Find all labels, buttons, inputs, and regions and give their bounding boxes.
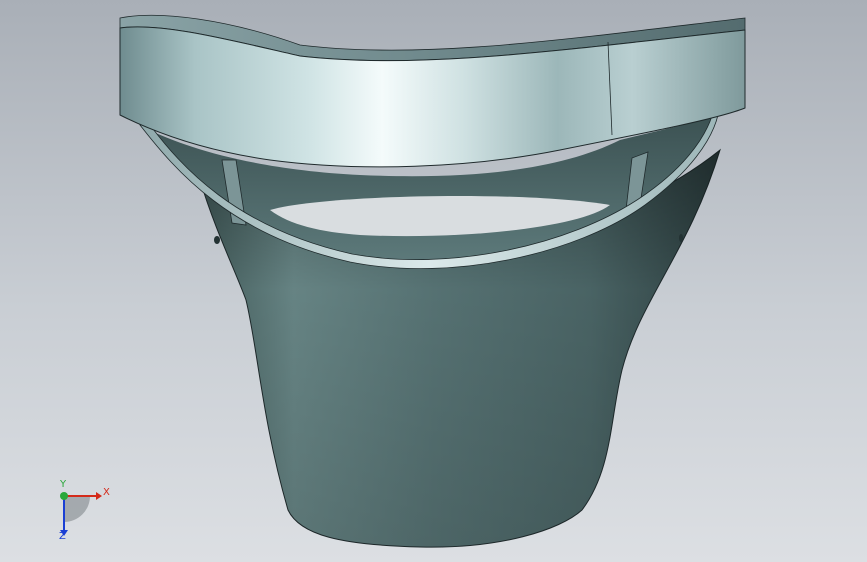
3d-viewport[interactable]: X Y Z — [0, 0, 867, 562]
x-axis-label: X — [103, 487, 110, 498]
y-axis-label: Y — [60, 479, 67, 490]
model-view[interactable] — [0, 0, 867, 562]
hole-left — [214, 236, 220, 244]
triad-quarter-disc — [64, 496, 90, 522]
hole-right — [679, 234, 683, 242]
z-axis-label: Z — [59, 531, 66, 542]
coordinate-triad: X Y Z — [40, 478, 120, 548]
x-axis-head — [96, 492, 102, 500]
y-axis-dot — [60, 492, 68, 500]
